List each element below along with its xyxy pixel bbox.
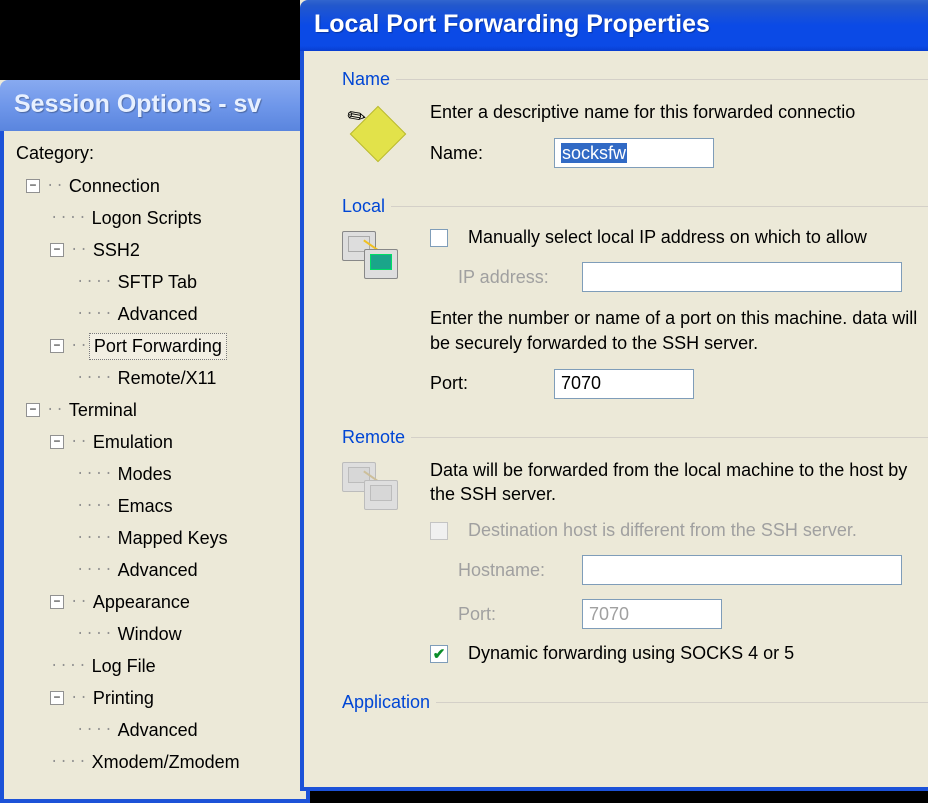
tree-item-mapped-keys[interactable]: ····Mapped Keys (16, 522, 294, 554)
collapse-icon[interactable]: − (50, 243, 64, 257)
local-help-text: Enter the number or name of a port on th… (430, 306, 928, 355)
collapse-icon[interactable]: − (50, 435, 64, 449)
checkbox-icon (430, 229, 448, 247)
checkbox-icon (430, 522, 448, 540)
ip-address-input (582, 262, 902, 292)
category-tree: −··Connection ····Logon Scripts −··SSH2 … (16, 170, 294, 778)
group-remote-legend: Remote (342, 427, 411, 448)
local-port-label: Port: (430, 373, 540, 394)
tree-item-emacs[interactable]: ····Emacs (16, 490, 294, 522)
tree-item-emulation[interactable]: −··Emulation (16, 426, 294, 458)
tree-item-sftp-tab[interactable]: ····SFTP Tab (16, 266, 294, 298)
dynamic-forwarding-label: Dynamic forwarding using SOCKS 4 or 5 (468, 643, 794, 664)
tree-item-log-file[interactable]: ····Log File (16, 650, 294, 682)
group-remote: Remote Data will be forwarded from the l… (342, 427, 928, 675)
computers-icon (342, 227, 406, 399)
dynamic-forwarding-checkbox[interactable]: ✔ Dynamic forwarding using SOCKS 4 or 5 (430, 643, 928, 664)
collapse-icon[interactable]: − (50, 691, 64, 705)
session-options-titlebar[interactable]: Session Options - sv (0, 80, 310, 131)
tree-item-print-advanced[interactable]: ····Advanced (16, 714, 294, 746)
collapse-icon[interactable]: − (50, 339, 64, 353)
remote-port-label: Port: (458, 604, 568, 625)
group-application: Application (342, 692, 928, 713)
computers-icon-gray (342, 458, 406, 665)
tree-item-window[interactable]: ····Window (16, 618, 294, 650)
session-options-title: Session Options - sv (14, 90, 261, 118)
collapse-icon[interactable]: − (50, 595, 64, 609)
manual-ip-checkbox[interactable]: Manually select local IP address on whic… (430, 227, 928, 248)
tree-item-logon-scripts[interactable]: ····Logon Scripts (16, 202, 294, 234)
tree-item-port-forwarding[interactable]: −··Port Forwarding (16, 330, 294, 362)
tree-item-appearance[interactable]: −··Appearance (16, 586, 294, 618)
remote-help-text: Data will be forwarded from the local ma… (430, 458, 928, 507)
tree-item-xmodem[interactable]: ····Xmodem/Zmodem (16, 746, 294, 778)
tree-item-terminal[interactable]: −··Terminal (16, 394, 294, 426)
tree-item-emu-advanced[interactable]: ····Advanced (16, 554, 294, 586)
tree-item-ssh2[interactable]: −··SSH2 (16, 234, 294, 266)
tree-item-ssh2-advanced[interactable]: ····Advanced (16, 298, 294, 330)
checkbox-checked-icon: ✔ (430, 645, 448, 663)
tree-item-printing[interactable]: −··Printing (16, 682, 294, 714)
group-application-legend: Application (342, 692, 436, 713)
local-port-input[interactable] (554, 369, 694, 399)
name-help-text: Enter a descriptive name for this forwar… (430, 100, 928, 124)
dest-host-label: Destination host is different from the S… (468, 520, 857, 541)
tree-item-modes[interactable]: ····Modes (16, 458, 294, 490)
remote-port-input (582, 599, 722, 629)
properties-title: Local Port Forwarding Properties (314, 10, 710, 38)
group-local-legend: Local (342, 196, 391, 217)
group-name: Name ✎ Enter a descriptive name for this… (342, 69, 928, 178)
manual-ip-label: Manually select local IP address on whic… (468, 227, 867, 248)
collapse-icon[interactable]: − (26, 403, 40, 417)
name-input[interactable]: socksfw (554, 138, 714, 168)
tree-item-connection[interactable]: −··Connection (16, 170, 294, 202)
hostname-label: Hostname: (458, 560, 568, 581)
dest-host-checkbox: Destination host is different from the S… (430, 520, 928, 541)
ip-address-label: IP address: (458, 267, 568, 288)
properties-titlebar[interactable]: Local Port Forwarding Properties (300, 0, 928, 51)
hostname-input (582, 555, 902, 585)
port-forwarding-properties-window: Local Port Forwarding Properties Name ✎ … (300, 0, 928, 790)
group-name-legend: Name (342, 69, 396, 90)
tag-icon: ✎ (342, 100, 406, 168)
name-label: Name: (430, 143, 540, 164)
tree-item-remote-x11[interactable]: ····Remote/X11 (16, 362, 294, 394)
category-label: Category: (16, 143, 294, 164)
session-options-window: Session Options - sv Category: −··Connec… (0, 80, 310, 800)
group-local: Local Manually select local IP address o… (342, 196, 928, 409)
collapse-icon[interactable]: − (26, 179, 40, 193)
